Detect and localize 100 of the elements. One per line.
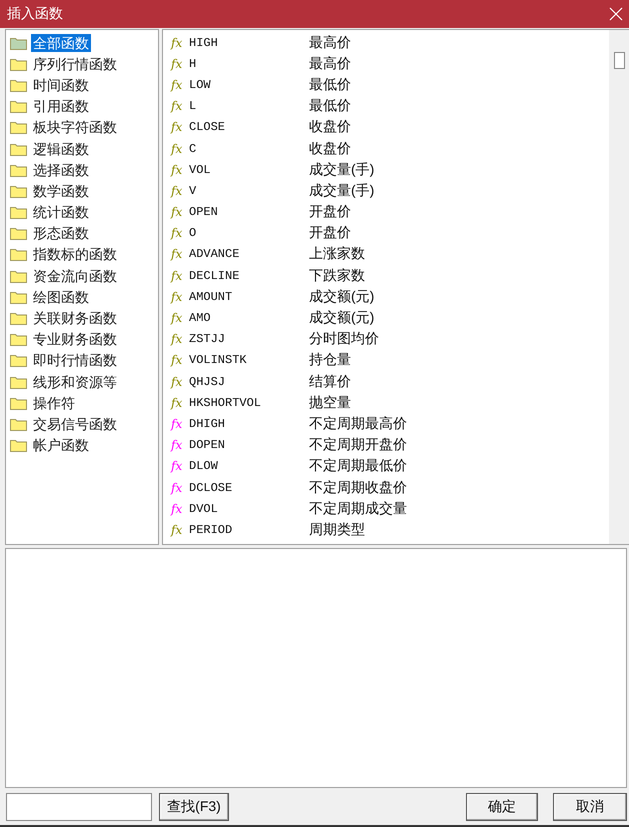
cancel-button[interactable]: 取消 xyxy=(553,793,627,821)
function-name[interactable]: DCLOSE xyxy=(189,480,309,495)
function-name[interactable]: DECLINE xyxy=(189,268,309,283)
function-icon: fx xyxy=(171,78,185,92)
folder-icon xyxy=(10,99,27,114)
folder-icon xyxy=(10,416,27,431)
function-icon: fx xyxy=(171,290,185,304)
category-item[interactable]: 专业财务函数 xyxy=(31,330,119,348)
function-name[interactable]: PERIOD xyxy=(189,522,309,537)
function-name[interactable]: DHIGH xyxy=(189,416,309,431)
function-name[interactable]: VOL xyxy=(189,162,309,177)
function-name[interactable]: QHJSJ xyxy=(189,374,309,389)
category-item[interactable]: 时间函数 xyxy=(31,76,91,94)
function-icon: fx xyxy=(171,522,185,537)
scroll-bar[interactable] xyxy=(609,30,629,544)
function-name[interactable]: C xyxy=(189,142,309,156)
function-description: 不定周期最高价 xyxy=(309,414,407,433)
category-item[interactable]: 形态函数 xyxy=(31,224,91,242)
function-description: 不定周期最低价 xyxy=(309,457,407,476)
category-item[interactable]: 序列行情函数 xyxy=(31,54,119,73)
function-icon: fx xyxy=(171,353,185,368)
category-item[interactable]: 数学函数 xyxy=(31,182,91,200)
function-name[interactable]: DLOW xyxy=(189,459,309,474)
folder-icon xyxy=(10,311,27,326)
category-item[interactable]: 指数标的函数 xyxy=(31,245,119,264)
ok-button[interactable]: 确定 xyxy=(466,793,538,821)
category-item[interactable]: 逻辑函数 xyxy=(31,140,91,158)
close-icon[interactable] xyxy=(609,7,623,21)
category-item[interactable]: 操作符 xyxy=(31,394,77,412)
function-description: 不定周期开盘价 xyxy=(309,436,407,454)
function-icon: fx xyxy=(171,247,185,262)
function-icon: fx xyxy=(171,36,185,50)
category-item[interactable]: 统计函数 xyxy=(31,203,91,222)
function-icon: fx xyxy=(171,311,185,326)
function-name[interactable]: OPEN xyxy=(189,205,309,220)
function-description: 上涨家数 xyxy=(309,245,365,264)
function-description: 收盘价 xyxy=(309,118,351,136)
category-item[interactable]: 绘图函数 xyxy=(31,288,91,306)
function-icon: fx xyxy=(171,268,185,283)
function-description: 收盘价 xyxy=(309,140,351,158)
folder-icon xyxy=(10,396,27,410)
category-item[interactable]: 板块字符函数 xyxy=(31,118,119,136)
function-description: 最低价 xyxy=(309,97,351,116)
function-name[interactable]: H xyxy=(189,56,309,71)
category-item[interactable]: 交易信号函数 xyxy=(31,414,119,433)
function-name[interactable]: CLOSE xyxy=(189,120,309,134)
function-icon: fx xyxy=(171,480,185,495)
function-description: 成交额(元) xyxy=(309,288,374,306)
folder-icon xyxy=(10,162,27,177)
find-button[interactable]: 查找(F3) xyxy=(159,793,229,821)
category-item[interactable]: 线形和资源等 xyxy=(31,372,119,391)
folder-icon xyxy=(10,332,27,346)
function-name[interactable]: V xyxy=(189,184,309,198)
function-name[interactable]: ADVANCE xyxy=(189,247,309,262)
function-icon: fx xyxy=(171,120,185,134)
function-icon: fx xyxy=(171,332,185,346)
folder-icon xyxy=(10,78,27,92)
category-item[interactable]: 帐户函数 xyxy=(31,436,91,454)
folder-icon xyxy=(10,36,27,50)
function-description: 分时图均价 xyxy=(309,330,379,348)
function-description: 不定周期成交量 xyxy=(309,500,407,518)
function-name[interactable]: HIGH xyxy=(189,36,309,50)
function-description: 成交额(元) xyxy=(309,309,374,328)
function-icon: fx xyxy=(171,502,185,516)
function-icon: fx xyxy=(171,56,185,71)
function-description: 成交量(手) xyxy=(309,182,374,200)
category-item[interactable]: 资金流向函数 xyxy=(31,266,119,285)
category-item[interactable]: 即时行情函数 xyxy=(31,351,119,370)
folder-icon xyxy=(10,438,27,452)
function-description: 开盘价 xyxy=(309,224,351,242)
category-item[interactable]: 选择函数 xyxy=(31,160,91,179)
folder-icon xyxy=(10,205,27,220)
function-icon: fx xyxy=(171,416,185,431)
category-item[interactable]: 关联财务函数 xyxy=(31,309,119,328)
function-description: 抛空量 xyxy=(309,394,351,412)
function-icon: fx xyxy=(171,205,185,220)
folder-icon xyxy=(10,353,27,368)
function-name[interactable]: DVOL xyxy=(189,502,309,516)
function-description: 结算价 xyxy=(309,372,351,391)
function-name[interactable]: ZSTJJ xyxy=(189,332,309,346)
function-description: 持仓量 xyxy=(309,351,351,370)
function-name[interactable]: DOPEN xyxy=(189,438,309,452)
search-field[interactable] xyxy=(6,793,152,821)
function-name[interactable]: L xyxy=(189,99,309,114)
function-description: 最高价 xyxy=(309,54,351,73)
function-name[interactable]: AMO xyxy=(189,311,309,326)
function-name[interactable]: LOW xyxy=(189,78,309,92)
function-name[interactable]: VOLINSTK xyxy=(189,353,309,368)
folder-icon xyxy=(10,268,27,283)
folder-icon xyxy=(10,142,27,156)
category-item[interactable]: 全部函数 xyxy=(31,34,91,52)
folder-icon xyxy=(10,374,27,389)
function-name[interactable]: AMOUNT xyxy=(189,290,309,304)
category-item[interactable]: 引用函数 xyxy=(31,97,91,116)
scroll-thumb[interactable] xyxy=(614,52,624,69)
function-name[interactable]: HKSHORTVOL xyxy=(189,396,309,410)
function-icon: fx xyxy=(171,374,185,389)
function-name[interactable]: O xyxy=(189,226,309,240)
function-icon: fx xyxy=(171,459,185,474)
folder-icon xyxy=(10,247,27,262)
